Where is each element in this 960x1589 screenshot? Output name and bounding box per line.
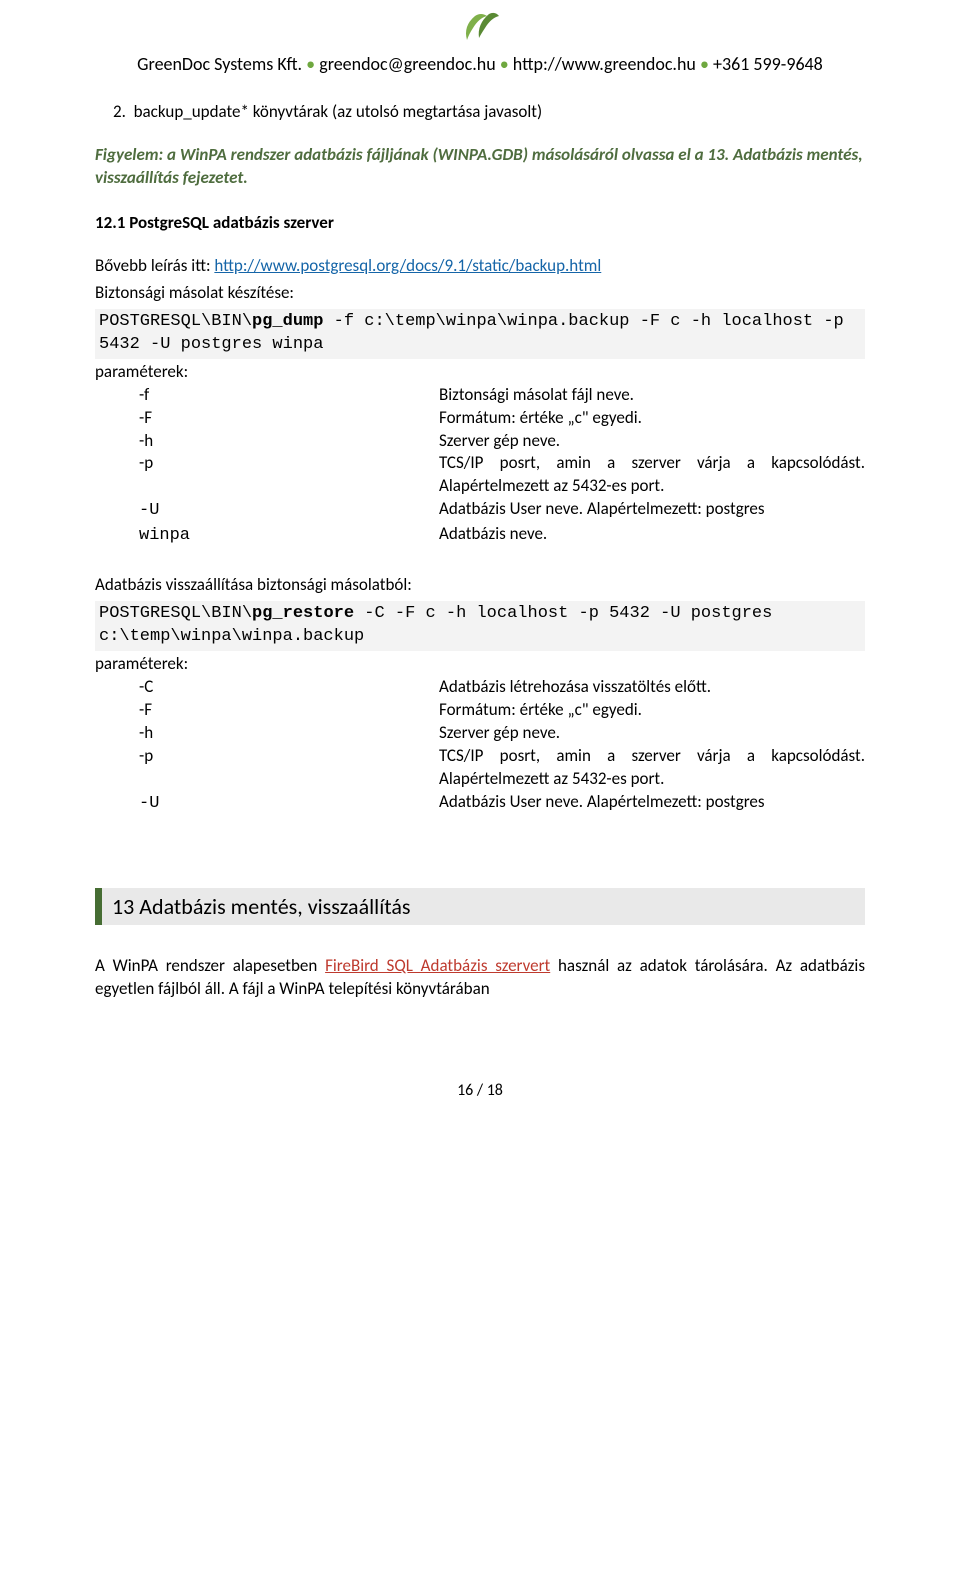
item-number: 2.: [113, 101, 126, 122]
notice-text: Figyelem: a WinPA rendszer adatbázis fáj…: [95, 144, 865, 190]
param-row: -CAdatbázis létrehozása visszatöltés elő…: [139, 676, 865, 699]
param-desc: Adatbázis neve.: [439, 523, 865, 548]
header-email: greendoc@greendoc.hu: [319, 53, 495, 75]
param-key: winpa: [139, 523, 439, 548]
page-footer: 16 / 18: [95, 1081, 865, 1100]
param-row: -UAdatbázis User neve. Alapértelmezett: …: [139, 791, 865, 816]
param-row: -pTCS/IP posrt, amin a szerver várja a k…: [139, 745, 865, 791]
params-label: paraméterek:: [95, 653, 865, 674]
header-url: http://www.greendoc.hu: [513, 53, 696, 75]
para-pre: A WinPA rendszer alapesetben: [95, 955, 325, 976]
bullet-icon: •: [306, 53, 319, 75]
header-phone: +361 599-9648: [713, 53, 823, 75]
param-key: -U: [139, 498, 439, 523]
param-desc: Adatbázis létrehozása visszatöltés előtt…: [439, 676, 865, 699]
param-row: -FFormátum: értéke „c" egyedi.: [139, 699, 865, 722]
code-block-restore: POSTGRESQL\BIN\pg_restore -C -F c -h loc…: [95, 601, 865, 651]
param-desc: Biztonsági másolat fájl neve.: [439, 384, 865, 407]
section-13-paragraph: A WinPA rendszer alapesetben FireBird SQ…: [95, 955, 865, 1001]
postgresql-docs-link[interactable]: http://www.postgresql.org/docs/9.1/stati…: [214, 255, 601, 276]
firebird-link[interactable]: FireBird SQL Adatbázis szervert: [325, 955, 550, 976]
param-desc: Szerver gép neve.: [439, 722, 865, 745]
header-line: GreenDoc Systems Kft. • greendoc@greendo…: [95, 53, 865, 75]
list-item-2: 2. backup_update* könyvtárak (az utolsó …: [139, 101, 865, 122]
param-key: -h: [139, 430, 439, 453]
param-key: -U: [139, 791, 439, 816]
detail-line: Bővebb leírás itt: http://www.postgresql…: [95, 255, 865, 278]
subheading-12-1: 12.1 PostgreSQL adatbázis szerver: [95, 212, 865, 233]
param-row: -fBiztonsági másolat fájl neve.: [139, 384, 865, 407]
code-block-dump: POSTGRESQL\BIN\pg_dump -f c:\temp\winpa\…: [95, 309, 865, 359]
param-key: -h: [139, 722, 439, 745]
backup-intro: Biztonsági másolat készítése:: [95, 282, 865, 305]
cmd-pg-restore: pg_restore: [252, 604, 354, 623]
param-key: -f: [139, 384, 439, 407]
params-label: paraméterek:: [95, 361, 865, 382]
param-desc: Adatbázis User neve. Alapértelmezett: po…: [439, 791, 865, 816]
bullet-icon: •: [700, 53, 713, 75]
param-key: -p: [139, 745, 439, 791]
param-desc: Adatbázis User neve. Alapértelmezett: po…: [439, 498, 865, 523]
param-desc: Formátum: értéke „c" egyedi.: [439, 699, 865, 722]
param-row: winpaAdatbázis neve.: [139, 523, 865, 548]
param-desc: TCS/IP posrt, amin a szerver várja a kap…: [439, 745, 865, 791]
detail-prefix: Bővebb leírás itt:: [95, 255, 214, 276]
param-key: -p: [139, 452, 439, 498]
param-desc: Formátum: értéke „c" egyedi.: [439, 407, 865, 430]
param-row: -hSzerver gép neve.: [139, 430, 865, 453]
param-key: -F: [139, 407, 439, 430]
param-row: -FFormátum: értéke „c" egyedi.: [139, 407, 865, 430]
bullet-icon: •: [500, 53, 513, 75]
param-desc: TCS/IP posrt, amin a szerver várja a kap…: [439, 452, 865, 498]
param-desc: Szerver gép neve.: [439, 430, 865, 453]
section-heading-13: 13 Adatbázis mentés, visszaállítás: [95, 888, 865, 925]
header-company: GreenDoc Systems Kft.: [137, 53, 302, 75]
param-row: -hSzerver gép neve.: [139, 722, 865, 745]
param-row: -pTCS/IP posrt, amin a szerver várja a k…: [139, 452, 865, 498]
item-text: backup_update* könyvtárak (az utolsó meg…: [134, 101, 543, 122]
logo-icon: [95, 0, 865, 51]
cmd-pg-dump: pg_dump: [252, 312, 323, 331]
param-row: -UAdatbázis User neve. Alapértelmezett: …: [139, 498, 865, 523]
param-key: -C: [139, 676, 439, 699]
param-key: -F: [139, 699, 439, 722]
restore-intro: Adatbázis visszaállítása biztonsági máso…: [95, 574, 865, 597]
